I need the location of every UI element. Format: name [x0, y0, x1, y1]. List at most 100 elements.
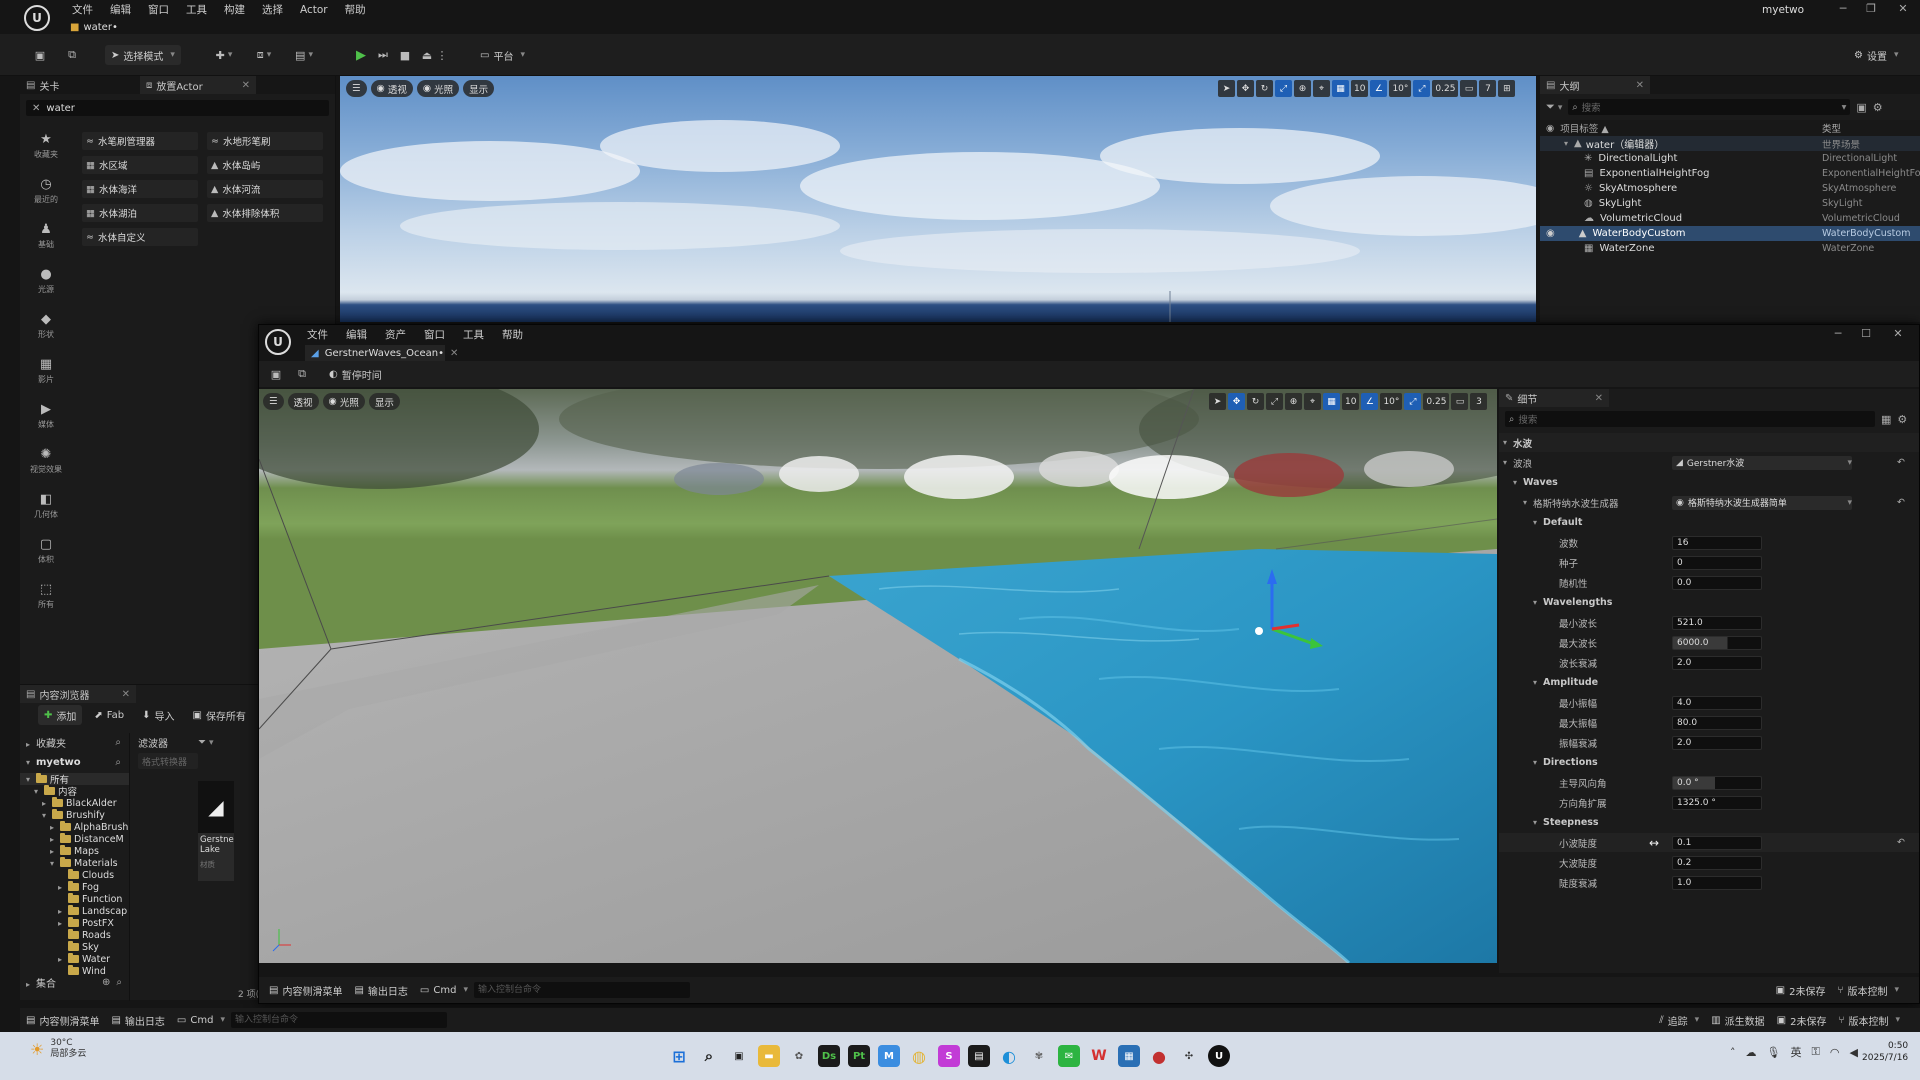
save-icon[interactable]: ▣ — [29, 46, 51, 64]
cat-favorites[interactable]: ★ 收藏夹 — [26, 128, 66, 164]
visibility-icon[interactable]: ◉ — [1546, 123, 1554, 134]
mic-icon[interactable]: 🎙 — [1767, 1046, 1781, 1059]
cat-geometry[interactable]: ◧ 几何体 — [26, 488, 66, 524]
wifi-icon[interactable]: ◠ — [1830, 1046, 1840, 1059]
outliner-item[interactable]: ▦ WaterZone WaterZone — [1540, 241, 1920, 256]
file-explorer-icon[interactable]: ▬ — [758, 1045, 780, 1067]
edge-icon[interactable]: ◐ — [998, 1045, 1020, 1067]
tab-levels[interactable]: ▤ 关卡 — [20, 76, 140, 94]
actor-search[interactable]: ✕ water — [26, 100, 329, 116]
col-label[interactable]: 项目标签 ▲ — [1560, 121, 1608, 135]
outliner-item[interactable]: ✳ DirectionalLight DirectionalLight — [1540, 151, 1920, 166]
angle-value[interactable]: 10° — [1389, 80, 1412, 97]
pycharm-icon[interactable]: Pt — [848, 1045, 870, 1067]
camera-speed-value[interactable]: 3 — [1470, 393, 1488, 410]
prop-value-input[interactable]: 0 — [1672, 555, 1762, 570]
add-collection-icon[interactable]: ⊕ — [102, 977, 110, 988]
app-m-icon[interactable]: M — [878, 1045, 900, 1067]
camera-speed-icon[interactable]: ▭ — [1451, 393, 1469, 410]
add-actor-icon[interactable]: ✚ — [210, 46, 238, 64]
perspective-button[interactable]: ◉ 透视 — [370, 80, 413, 97]
expand-icon[interactable]: ▾ — [1564, 139, 1574, 148]
menu-actor[interactable]: Actor — [300, 4, 328, 16]
camera-speed-icon[interactable]: ▭ — [1460, 80, 1478, 97]
outliner-item-selected[interactable]: ◉ ▲ WaterBodyCustom WaterBodyCustom — [1540, 226, 1920, 241]
menu-build[interactable]: 构建 — [224, 2, 245, 17]
tree-folder[interactable]: Roads — [20, 929, 129, 941]
tab-place-actors[interactable]: ⧈ 放置Actor ✕ — [140, 76, 256, 94]
scale-snap-icon[interactable]: ⤢ — [1413, 80, 1431, 97]
editor-viewport[interactable]: ☰ 透视 ◉ 光照 显示 ➤ ✥ ↻ ⤢ ⊕ ⌖ ▦ 10 ∠ 10° ⤢ 0.2… — [259, 389, 1497, 963]
outliner-root[interactable]: ▾ ▲ water（编辑器） 世界场景 — [1540, 136, 1920, 151]
tree-folder[interactable]: Clouds — [20, 869, 129, 881]
tray-chevron-icon[interactable]: ˄ — [1730, 1046, 1736, 1059]
cat-media[interactable]: ▶ 媒体 — [26, 398, 66, 434]
prop-value-input[interactable]: 2.0 — [1672, 735, 1762, 750]
fab-button[interactable]: ⬈ Fab — [88, 705, 130, 725]
viewport-menu-button[interactable]: ☰ — [263, 393, 284, 410]
filter-label[interactable]: 滤波器 — [138, 735, 168, 750]
unreal-logo-icon[interactable]: U — [265, 329, 291, 355]
scale-tool-icon[interactable]: ⤢ — [1275, 80, 1292, 97]
section-wavelengths[interactable]: ▾ Wavelengths — [1499, 593, 1919, 613]
camera-speed-value[interactable]: 7 — [1479, 80, 1497, 97]
app-flower-icon[interactable]: ✾ — [1028, 1045, 1050, 1067]
close-icon[interactable]: ✕ — [1891, 327, 1905, 340]
editor-tab[interactable]: ◢ GerstnerWaves_Ocean• ✕ — [305, 345, 458, 361]
wechat-icon[interactable]: ✉ — [1058, 1045, 1080, 1067]
save-icon[interactable]: ▣ — [265, 365, 287, 383]
content-browser-tab[interactable]: ▤ 内容浏览器 ✕ — [20, 685, 136, 703]
maximize-viewport-icon[interactable]: ⊞ — [1498, 80, 1516, 97]
show-button[interactable]: 显示 — [463, 80, 495, 97]
menu-select[interactable]: 选择 — [262, 2, 283, 17]
minimize-icon[interactable]: ─ — [1836, 2, 1850, 15]
angle-snap-icon[interactable]: ∠ — [1361, 393, 1379, 410]
prop-value-input[interactable]: 1.0 — [1672, 875, 1762, 890]
favorites-row[interactable]: ▸ 收藏夹 ⌕ — [20, 733, 129, 751]
menu-tools[interactable]: 工具 — [463, 327, 484, 342]
save-all-button[interactable]: ▣ 保存所有 — [186, 705, 251, 725]
menu-edit[interactable]: 编辑 — [110, 2, 131, 17]
prop-value-input[interactable]: 16 — [1672, 535, 1762, 550]
volume-icon[interactable]: ◀ — [1849, 1046, 1857, 1059]
actor-water-custom[interactable]: ≈ 水体自定义 — [82, 228, 198, 246]
world-space-icon[interactable]: ⊕ — [1294, 80, 1311, 97]
menu-help[interactable]: 帮助 — [345, 2, 366, 17]
filter-icon[interactable]: ⏷ — [198, 737, 214, 748]
prop-value-input[interactable]: 4.0 — [1672, 695, 1762, 710]
main-viewport[interactable]: ☰ ◉ 透视 ◉ 光照 显示 ➤ ✥ ↻ ⤢ ⊕ ⌖ ▦ 10 ∠ 10° ⤢ 0.… — [340, 76, 1536, 322]
prop-value-input[interactable]: 0.0 — [1672, 575, 1762, 590]
menu-asset[interactable]: 资产 — [385, 327, 406, 342]
filter-input[interactable]: 格式转换器 — [138, 753, 198, 769]
console-input[interactable]: 输入控制台命令 — [230, 1012, 447, 1028]
clock[interactable]: 0:50 2025/7/16 — [1862, 1040, 1908, 1064]
grid-snap-icon[interactable]: ▦ — [1332, 80, 1349, 97]
grid-value[interactable]: 10 — [1342, 393, 1360, 410]
move-tool-icon[interactable]: ✥ — [1237, 80, 1254, 97]
maximize-icon[interactable]: ☐ — [1859, 327, 1873, 340]
tree-folder[interactable]: ▸ Maps — [20, 845, 129, 857]
app-puzzle-icon[interactable]: ✣ — [1178, 1045, 1200, 1067]
cat-basic[interactable]: ♟ 基础 — [26, 218, 66, 254]
outliner-item[interactable]: ◍ SkyLight SkyLight — [1540, 196, 1920, 211]
section-amplitude[interactable]: ▾ Amplitude — [1499, 673, 1919, 693]
prop-value-input[interactable]: 0.0 ° — [1672, 775, 1762, 790]
actor-water-lake[interactable]: ▦ 水体湖泊 — [82, 204, 198, 222]
tree-folder[interactable]: ▸ Landscap — [20, 905, 129, 917]
reset-icon[interactable]: ↶ — [1897, 837, 1905, 848]
grid-value[interactable]: 10 — [1351, 80, 1369, 97]
section-directions[interactable]: ▾ Directions — [1499, 753, 1919, 773]
close-icon[interactable]: ✕ — [1896, 2, 1910, 15]
viewport-menu-button[interactable]: ☰ — [346, 80, 367, 97]
scale-value[interactable]: 0.25 — [1423, 393, 1450, 410]
angle-value[interactable]: 10° — [1380, 393, 1403, 410]
menu-help[interactable]: 帮助 — [502, 327, 523, 342]
davinci-icon[interactable]: Ds — [818, 1045, 840, 1067]
section-steepness[interactable]: ▾ Steepness — [1499, 813, 1919, 833]
more-options-icon[interactable]: ⋮ — [436, 46, 448, 64]
asset-tile[interactable]: ◢ Gerstner Lake 材质 — [198, 781, 234, 881]
reset-icon[interactable]: ↶ — [1897, 457, 1905, 468]
unreal-taskbar-icon[interactable]: U — [1208, 1045, 1230, 1067]
surface-snap-icon[interactable]: ⌖ — [1304, 393, 1321, 410]
browse-icon[interactable]: ⧉ — [61, 46, 83, 64]
